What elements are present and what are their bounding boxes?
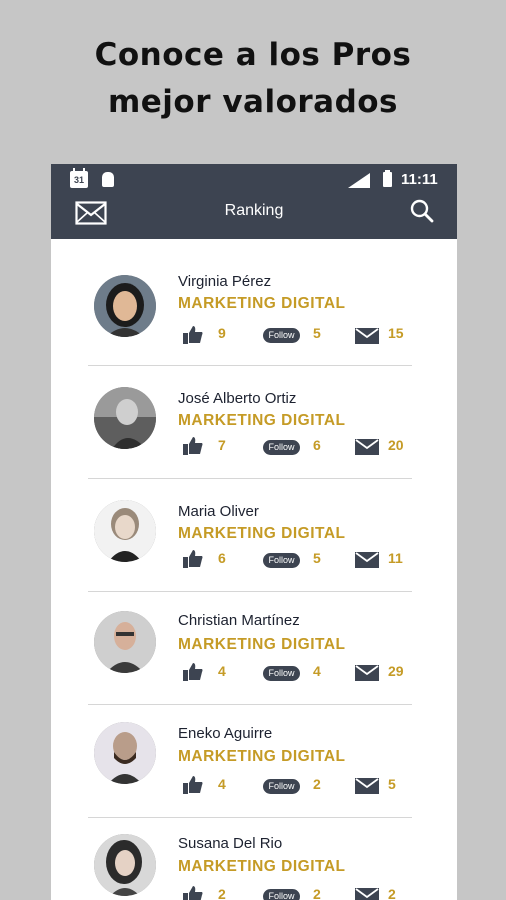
promo-headline: Conoce a los Pros mejor valorados — [0, 32, 506, 126]
status-bar: 31 11:11 — [51, 164, 457, 195]
thumbs-up-icon[interactable] — [183, 886, 203, 900]
messages-count: 2 — [388, 886, 396, 900]
pro-category: MARKETING DIGITAL — [178, 748, 346, 765]
messages-count: 29 — [388, 663, 404, 679]
ranking-row[interactable]: Virginia Pérez MARKETING DIGITAL 9 Follo… — [88, 252, 412, 366]
thumbs-up-icon[interactable] — [183, 437, 203, 460]
pro-name[interactable]: Christian Martínez — [178, 612, 300, 629]
promo-headline-line-2: mejor valorados — [107, 84, 399, 120]
promo-headline-line-1: Conoce a los Pros — [94, 37, 412, 73]
avatar — [94, 834, 156, 896]
follow-badge[interactable]: Follow — [263, 666, 300, 681]
status-time: 11:11 — [401, 171, 438, 188]
likes-count: 9 — [218, 325, 226, 341]
likes-count: 7 — [218, 437, 226, 453]
likes-count: 6 — [218, 550, 226, 566]
follow-badge[interactable]: Follow — [263, 889, 300, 900]
message-icon[interactable] — [355, 888, 379, 900]
thumbs-up-icon[interactable] — [183, 776, 203, 799]
calendar-icon: 31 — [70, 168, 88, 188]
thumbs-up-icon[interactable] — [183, 326, 203, 349]
ranking-row[interactable]: José Alberto Ortiz MARKETING DIGITAL 7 F… — [88, 365, 412, 479]
avatar — [94, 387, 156, 449]
message-icon[interactable] — [355, 439, 379, 460]
phone-screen: 31 11:11 Ranking Virginia Pérez MARKETIN… — [51, 164, 457, 900]
page-title: Ranking — [224, 202, 284, 219]
message-icon[interactable] — [355, 665, 379, 686]
pro-category: MARKETING DIGITAL — [178, 858, 346, 875]
messages-count: 5 — [388, 776, 396, 792]
pro-category: MARKETING DIGITAL — [178, 412, 346, 429]
battery-icon — [383, 170, 392, 187]
message-icon[interactable] — [355, 552, 379, 573]
notification-icon — [102, 172, 114, 187]
search-icon[interactable] — [409, 198, 435, 229]
pro-category: MARKETING DIGITAL — [178, 525, 346, 542]
pro-name[interactable]: Susana Del Rio — [178, 835, 282, 852]
follows-count: 6 — [313, 437, 321, 453]
follows-count: 2 — [313, 776, 321, 792]
thumbs-up-icon[interactable] — [183, 550, 203, 573]
pro-category: MARKETING DIGITAL — [178, 636, 346, 653]
messages-count: 20 — [388, 437, 404, 453]
calendar-day: 31 — [73, 175, 84, 185]
messages-count: 11 — [388, 550, 403, 566]
pro-category: MARKETING DIGITAL — [178, 295, 346, 312]
pro-name[interactable]: Eneko Aguirre — [178, 725, 272, 742]
thumbs-up-icon[interactable] — [183, 663, 203, 686]
signal-icon — [348, 173, 370, 188]
pro-name[interactable]: José Alberto Ortiz — [178, 390, 296, 407]
avatar — [94, 275, 156, 337]
follow-badge[interactable]: Follow — [263, 779, 300, 794]
ranking-row[interactable]: Eneko Aguirre MARKETING DIGITAL 4 Follow… — [88, 704, 412, 818]
app-bar: Ranking — [51, 195, 457, 239]
ranking-row[interactable]: Susana Del Rio MARKETING DIGITAL 2 Follo… — [88, 817, 412, 900]
follow-badge[interactable]: Follow — [263, 553, 300, 568]
follows-count: 2 — [313, 886, 321, 900]
ranking-row[interactable]: Christian Martínez MARKETING DIGITAL 4 F… — [88, 591, 412, 705]
pro-name[interactable]: Virginia Pérez — [178, 273, 271, 290]
follows-count: 5 — [313, 325, 321, 341]
follows-count: 4 — [313, 663, 321, 679]
ranking-row[interactable]: Maria Oliver MARKETING DIGITAL 6 Follow … — [88, 478, 412, 592]
message-icon[interactable] — [355, 328, 379, 349]
avatar — [94, 500, 156, 562]
messages-count: 15 — [388, 325, 404, 341]
pro-name[interactable]: Maria Oliver — [178, 503, 259, 520]
follow-badge[interactable]: Follow — [263, 328, 300, 343]
likes-count: 2 — [218, 886, 226, 900]
follow-badge[interactable]: Follow — [263, 440, 300, 455]
message-icon[interactable] — [355, 778, 379, 799]
avatar — [94, 611, 156, 673]
avatar — [94, 722, 156, 784]
follows-count: 5 — [313, 550, 321, 566]
likes-count: 4 — [218, 663, 226, 679]
likes-count: 4 — [218, 776, 226, 792]
